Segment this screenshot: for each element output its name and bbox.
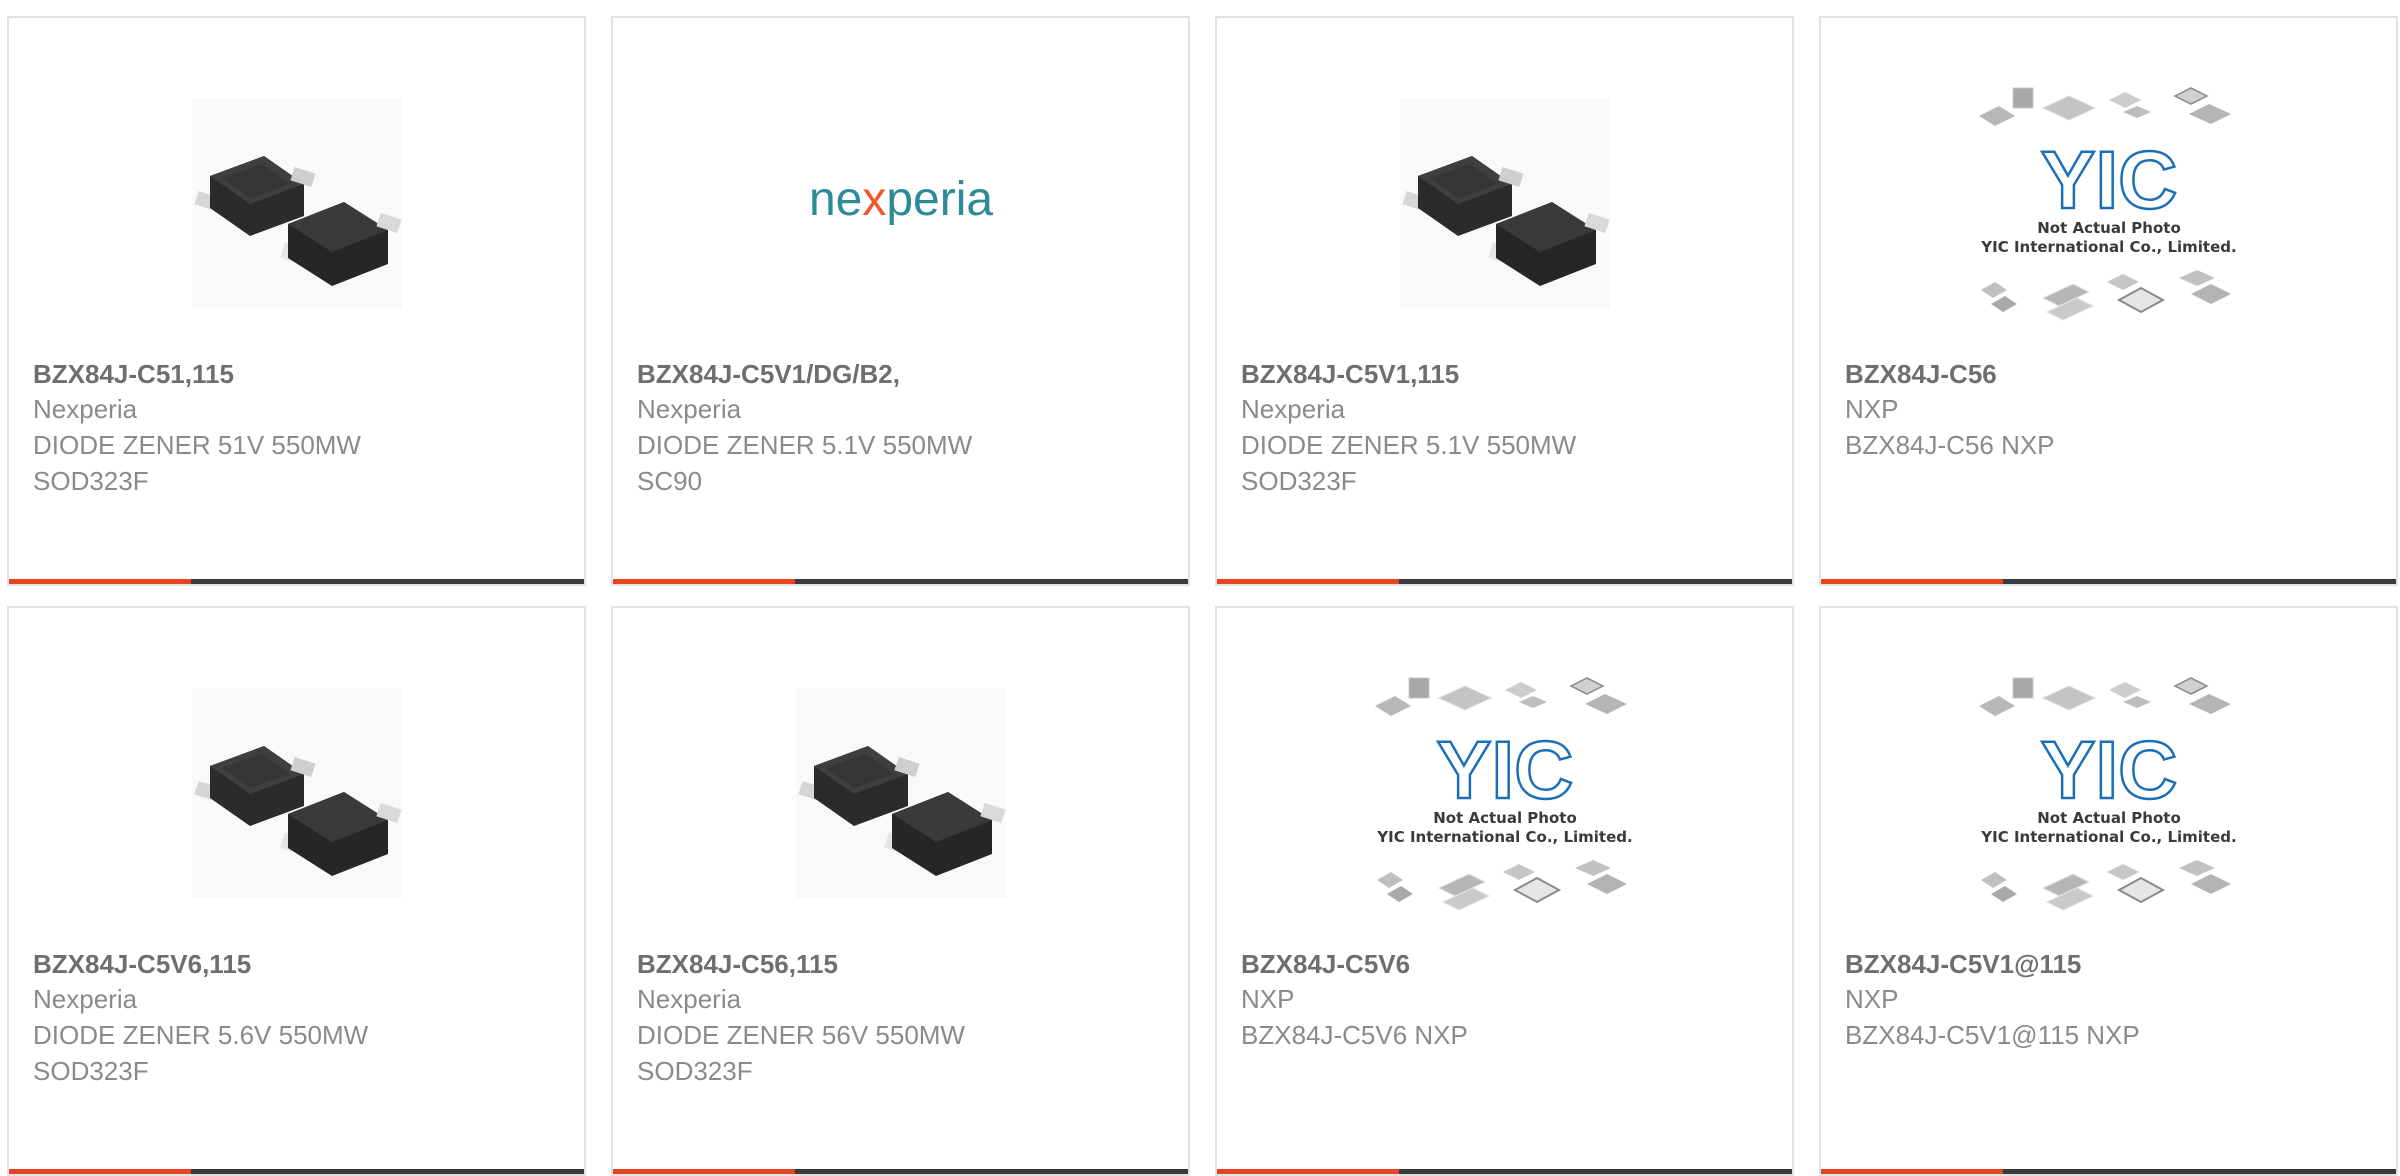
- product-info: BZX84J-C5V1,115 Nexperia DIODE ZENER 5.1V …: [1241, 357, 1776, 499]
- part-number-link[interactable]: BZX84J-C5V6: [1241, 947, 1776, 981]
- card-footer-bar: [1821, 579, 2396, 584]
- part-number-link[interactable]: BZX84J-C5V1,115: [1241, 357, 1776, 391]
- manufacturer: Nexperia: [1241, 394, 1346, 424]
- diode-package-icon: [191, 98, 402, 308]
- placeholder-company: YIC International Co., Limited.: [1980, 238, 2236, 256]
- product-info: BZX84J-C56,115 Nexperia DIODE ZENER 56V 55…: [637, 947, 1172, 1089]
- card-footer-accent: [1217, 579, 1399, 584]
- package: SOD323F: [33, 466, 149, 496]
- description: DIODE ZENER 56V 550MW: [637, 1020, 965, 1050]
- card-footer-bar: [1217, 579, 1792, 584]
- svg-text:YIC: YIC: [2040, 135, 2177, 226]
- placeholder-caption: Not Actual Photo: [2037, 809, 2181, 827]
- product-image[interactable]: [1365, 78, 1645, 328]
- card-footer-bar: [1821, 1169, 2396, 1174]
- diode-package-icon: [795, 688, 1006, 898]
- yic-placeholder-image: YIC Not Actual Photo YIC International C…: [1978, 677, 2236, 911]
- card-footer-accent: [9, 1169, 191, 1174]
- part-number-link[interactable]: BZX84J-C51,115: [33, 357, 568, 391]
- package: SOD323F: [637, 1056, 753, 1086]
- product-info: BZX84J-C5V1/DG/B2, Nexperia DIODE ZENER 5.…: [637, 357, 1172, 499]
- yic-placeholder-image: YIC Not Actual Photo YIC International C…: [1978, 87, 2236, 321]
- card-footer-accent: [613, 579, 795, 584]
- svg-text:nexperia: nexperia: [808, 173, 992, 226]
- description: BZX84J-C5V1@115 NXP: [1845, 1020, 2140, 1050]
- manufacturer: Nexperia: [637, 984, 742, 1014]
- product-card[interactable]: YIC Not Actual Photo YIC International C…: [1819, 606, 2398, 1176]
- package: SOD323F: [33, 1056, 149, 1086]
- product-image[interactable]: [157, 78, 437, 328]
- part-number-link[interactable]: BZX84J-C56,115: [637, 947, 1172, 981]
- product-image[interactable]: [761, 668, 1041, 918]
- product-info: BZX84J-C56 NXP BZX84J-C56 NXP: [1845, 357, 2380, 463]
- card-footer-bar: [9, 1169, 584, 1174]
- part-number-link[interactable]: BZX84J-C56: [1845, 357, 2380, 391]
- card-footer-bar: [613, 579, 1188, 584]
- product-grid: BZX84J-C51,115 Nexperia DIODE ZENER 51V 55…: [7, 16, 2398, 1176]
- manufacturer: Nexperia: [33, 394, 138, 424]
- product-card[interactable]: YIC Not Actual Photo YIC International C…: [1819, 16, 2398, 586]
- product-image[interactable]: YIC Not Actual Photo YIC International C…: [1365, 668, 1645, 918]
- product-card[interactable]: BZX84J-C56,115 Nexperia DIODE ZENER 56V 55…: [611, 606, 1190, 1176]
- description: DIODE ZENER 51V 550MW: [33, 430, 361, 460]
- package: SOD323F: [1241, 466, 1357, 496]
- card-footer-accent: [1821, 1169, 2003, 1174]
- product-card[interactable]: BZX84J-C5V6,115 Nexperia DIODE ZENER 5.6V …: [7, 606, 586, 1176]
- card-footer-bar: [1217, 1169, 1792, 1174]
- placeholder-caption: Not Actual Photo: [1433, 809, 1577, 827]
- description: BZX84J-C56 NXP: [1845, 430, 2055, 460]
- package: SC90: [637, 466, 703, 496]
- product-card[interactable]: BZX84J-C51,115 Nexperia DIODE ZENER 51V 55…: [7, 16, 586, 586]
- placeholder-company: YIC International Co., Limited.: [1376, 828, 1632, 846]
- yic-placeholder-image: YIC Not Actual Photo YIC International C…: [1374, 677, 1632, 911]
- product-card[interactable]: YIC Not Actual Photo YIC International C…: [1215, 606, 1794, 1176]
- product-image[interactable]: [157, 668, 437, 918]
- part-number-link[interactable]: BZX84J-C5V6,115: [33, 947, 568, 981]
- product-image[interactable]: YIC Not Actual Photo YIC International C…: [1969, 668, 2249, 918]
- svg-text:YIC: YIC: [2040, 725, 2177, 816]
- placeholder-company: YIC International Co., Limited.: [1980, 828, 2236, 846]
- manufacturer: NXP: [1241, 984, 1295, 1014]
- product-info: BZX84J-C5V6,115 Nexperia DIODE ZENER 5.6V …: [33, 947, 568, 1089]
- svg-text:YIC: YIC: [1436, 725, 1573, 816]
- manufacturer: NXP: [1845, 984, 1899, 1014]
- description: DIODE ZENER 5.6V 550MW: [33, 1020, 369, 1050]
- card-footer-accent: [9, 579, 191, 584]
- card-footer-accent: [1821, 579, 2003, 584]
- diode-package-icon: [191, 688, 402, 898]
- description: DIODE ZENER 5.1V 550MW: [637, 430, 973, 460]
- manufacturer: Nexperia: [33, 984, 138, 1014]
- product-info: BZX84J-C51,115 Nexperia DIODE ZENER 51V 55…: [33, 357, 568, 499]
- product-card[interactable]: nexperia BZX84J-C5V1/DG/B2, Nexperia DIODE…: [611, 16, 1190, 586]
- diode-package-icon: [1399, 98, 1610, 308]
- part-number-link[interactable]: BZX84J-C5V1@115: [1845, 947, 2380, 981]
- description: DIODE ZENER 5.1V 550MW: [1241, 430, 1577, 460]
- product-info: BZX84J-C5V1@115 NXP BZX84J-C5V1@115 NXP: [1845, 947, 2380, 1053]
- part-number-link[interactable]: BZX84J-C5V1/DG/B2,: [637, 357, 1172, 391]
- card-footer-bar: [9, 579, 584, 584]
- description: BZX84J-C5V6 NXP: [1241, 1020, 1468, 1050]
- card-footer-bar: [613, 1169, 1188, 1174]
- nexperia-logo: nexperia: [808, 173, 992, 226]
- manufacturer: Nexperia: [637, 394, 742, 424]
- manufacturer: NXP: [1845, 394, 1899, 424]
- product-card[interactable]: BZX84J-C5V1,115 Nexperia DIODE ZENER 5.1V …: [1215, 16, 1794, 586]
- card-footer-accent: [613, 1169, 795, 1174]
- product-info: BZX84J-C5V6 NXP BZX84J-C5V6 NXP: [1241, 947, 1776, 1053]
- placeholder-caption: Not Actual Photo: [2037, 219, 2181, 237]
- product-image[interactable]: YIC Not Actual Photo YIC International C…: [1969, 78, 2249, 328]
- card-footer-accent: [1217, 1169, 1399, 1174]
- product-image[interactable]: nexperia: [761, 78, 1041, 328]
